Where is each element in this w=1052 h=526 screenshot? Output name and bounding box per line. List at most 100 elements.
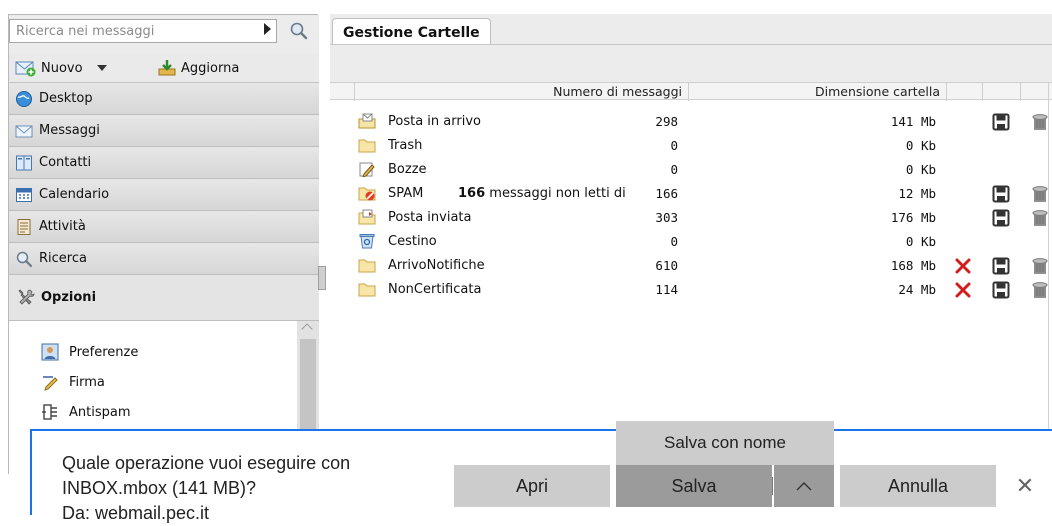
download-message-line3: Da: webmail.pec.it [62, 503, 210, 523]
folder-icon [358, 257, 376, 273]
close-icon[interactable]: ✕ [1010, 465, 1040, 507]
refresh-button-label: Aggiorna [181, 60, 240, 76]
folder-row[interactable]: Posta inviata 303 176 Mb [330, 206, 1052, 230]
folder-row[interactable]: Bozze 0 0 Kb [330, 158, 1052, 182]
folder-name[interactable]: Cestino [388, 234, 437, 249]
folder-name[interactable]: SPAM [388, 186, 423, 201]
folder-row[interactable]: SPAM 166 messaggi non letti di 166 12 Mb [330, 182, 1052, 206]
option-item-label: Preferenze [69, 344, 139, 360]
delete-folder-icon[interactable] [954, 257, 972, 275]
folder-row[interactable]: Posta in arrivo 298 141 Mb [330, 110, 1052, 134]
sidebar-toolbar: Nuovo Aggiorna [9, 53, 319, 83]
refresh-button[interactable]: Aggiorna [157, 57, 239, 79]
folder-name[interactable]: Posta in arrivo [388, 114, 481, 129]
refresh-download-icon [158, 60, 176, 76]
save-button-label: Salva [671, 475, 717, 496]
sidebar-item-label: Ricerca [39, 251, 87, 266]
folder-name[interactable]: NonCertificata [388, 282, 481, 297]
tools-icon [18, 288, 35, 305]
grid-divider [1048, 82, 1049, 434]
sidebar-item-ricerca[interactable]: Ricerca [9, 243, 319, 275]
filter-icon [42, 404, 57, 420]
empty-trash-icon[interactable] [1032, 185, 1048, 203]
message-count: 0 [670, 162, 678, 177]
tab-bar: Gestione Cartelle [330, 14, 1052, 45]
save-floppy-icon[interactable] [992, 257, 1010, 275]
option-item-label: Firma [69, 374, 105, 390]
download-message-line1: Quale operazione vuoi eseguire con [62, 453, 351, 473]
empty-trash-icon[interactable] [1032, 113, 1048, 131]
option-item-label: Antispam [69, 404, 131, 420]
download-message-line2: INBOX.mbox (141 MB)? [62, 478, 257, 498]
webmail-window: Nuovo Aggiorna Desktop Me [0, 0, 1052, 523]
new-button-label: Nuovo [41, 60, 83, 76]
column-header-delete [946, 83, 982, 101]
chevron-down-icon[interactable] [96, 65, 107, 71]
cancel-button[interactable]: Annulla [840, 465, 996, 507]
empty-trash-icon[interactable] [1032, 257, 1048, 275]
column-header-count[interactable]: Numero di messaggi [354, 83, 688, 101]
folder-icon [358, 281, 376, 297]
save-floppy-icon[interactable] [992, 185, 1010, 203]
save-floppy-icon[interactable] [992, 281, 1010, 299]
sidebar-item-contatti[interactable]: Contatti [9, 147, 319, 179]
new-button[interactable]: Nuovo [15, 57, 107, 79]
sidebar-item-calendario[interactable]: Calendario [9, 179, 319, 211]
folder-row[interactable]: Trash 0 0 Kb [330, 134, 1052, 158]
sidebar-item-opzioni[interactable]: Opzioni [9, 275, 319, 321]
folder-row[interactable]: Cestino 0 0 Kb [330, 230, 1052, 254]
folder-name[interactable]: ArrivoNotifiche [388, 258, 485, 273]
sidebar-item-messaggi[interactable]: Messaggi [9, 115, 319, 147]
chevron-up-icon [796, 482, 812, 491]
folder-size: 0 Kb [905, 138, 936, 153]
folder-size: 24 Mb [898, 282, 936, 297]
globe-icon [16, 90, 32, 107]
empty-trash-icon[interactable] [1032, 209, 1048, 227]
folder-name[interactable]: Posta inviata [388, 210, 471, 225]
download-prompt-bar: Quale operazione vuoi eseguire con INBOX… [30, 421, 1052, 523]
sidebar-item-label: Opzioni [41, 290, 97, 305]
save-floppy-icon[interactable] [992, 209, 1010, 227]
sidebar-item-label: Messaggi [39, 123, 100, 138]
message-count: 0 [670, 234, 678, 249]
message-count: 114 [655, 282, 678, 297]
save-floppy-icon[interactable] [992, 113, 1010, 131]
save-button[interactable]: Salva [616, 465, 772, 507]
message-count: 166 [655, 186, 678, 201]
option-item-antispam[interactable]: Antispam [41, 403, 131, 421]
delete-folder-icon[interactable] [954, 281, 972, 299]
sidebar-item-label: Attività [39, 219, 86, 234]
folder-size: 168 Mb [890, 258, 936, 273]
option-item-preferenze[interactable]: Preferenze [41, 343, 138, 361]
column-header-size[interactable]: Dimensione cartella [688, 83, 946, 101]
envelope-icon [15, 125, 33, 137]
folder-size: 141 Mb [890, 114, 936, 129]
folder-name[interactable]: Bozze [388, 162, 427, 177]
calendar-icon [16, 187, 32, 202]
save-options-button[interactable] [772, 465, 834, 507]
sidebar-item-label: Desktop [39, 91, 93, 106]
folder-name[interactable]: Trash [388, 138, 422, 153]
search-input[interactable] [9, 19, 277, 43]
folder-row[interactable]: NonCertificata 114 24 Mb [330, 278, 1052, 302]
tab-gestione-cartelle[interactable]: Gestione Cartelle [332, 18, 491, 45]
panel-splitter-handle[interactable] [318, 266, 326, 290]
empty-trash-icon[interactable] [1032, 281, 1048, 299]
option-item-firma[interactable]: Firma [41, 373, 105, 391]
search-icon[interactable] [289, 21, 309, 41]
folder-row[interactable]: ArrivoNotifiche 610 168 Mb [330, 254, 1052, 278]
sidebar-item-desktop[interactable]: Desktop [9, 83, 319, 115]
sidebar-item-label: Calendario [39, 187, 110, 202]
message-count: 303 [655, 210, 678, 225]
save-as-menu-item[interactable]: Salva con nome [616, 421, 834, 465]
folder-size: 0 Kb [905, 162, 936, 177]
open-button[interactable]: Apri [454, 465, 610, 507]
address-book-icon [16, 155, 32, 170]
search-options-arrow-icon[interactable] [264, 23, 271, 35]
folder-icon [358, 137, 376, 153]
folder-size: 0 Kb [905, 234, 936, 249]
scroll-up-icon[interactable] [301, 323, 313, 335]
sidebar-item-attivita[interactable]: Attività [9, 211, 319, 243]
spam-icon [358, 185, 376, 201]
inbox-icon [358, 113, 376, 129]
